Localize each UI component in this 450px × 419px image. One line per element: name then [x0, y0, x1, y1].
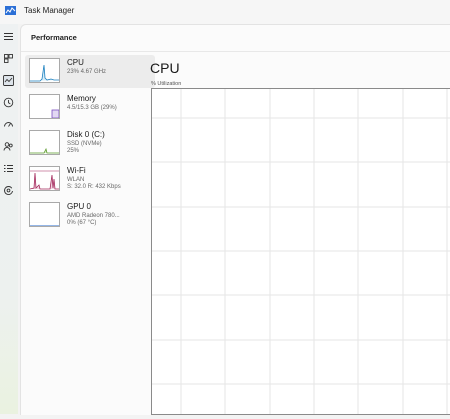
device-item-gpu[interactable]: GPU 0 AMD Radeon 780... 0% (67 °C) — [25, 199, 155, 232]
cpu-mini-graph — [29, 58, 60, 83]
device-item-wifi[interactable]: Wi-Fi WLAN S: 32.0 R: 432 Kbps — [25, 163, 155, 196]
device-name: Memory — [67, 94, 96, 103]
content-panel: Performance CPU 23% 4.67 GHz Memory 4.5/… — [20, 24, 450, 415]
device-item-disk[interactable]: Disk 0 (C:) SSD (NVMe) 25% — [25, 127, 155, 160]
app-history-icon[interactable] — [3, 97, 14, 108]
disk-mini-graph — [29, 130, 60, 155]
startup-apps-icon[interactable] — [3, 119, 14, 130]
device-detail: 23% 4.67 GHz — [67, 69, 107, 75]
device-item-cpu[interactable]: CPU 23% 4.67 GHz — [25, 55, 155, 88]
details-icon[interactable] — [3, 163, 14, 174]
processes-icon[interactable] — [3, 53, 14, 64]
wifi-mini-graph — [29, 166, 60, 191]
navigation-rail — [0, 24, 18, 414]
gpu-mini-graph — [29, 202, 60, 227]
device-name: Disk 0 (C:) — [67, 130, 105, 139]
memory-mini-graph — [29, 94, 60, 119]
device-detail: 25% — [67, 148, 80, 154]
graph-subtitle: % Utilization — [151, 81, 182, 87]
users-icon[interactable] — [3, 141, 14, 152]
page-header: Performance — [21, 25, 450, 52]
device-detail: 4.5/15.3 GB (29%) — [67, 105, 117, 111]
graph-grid — [152, 89, 450, 414]
device-detail: AMD Radeon 780... — [67, 213, 120, 219]
task-manager-app-icon — [5, 6, 16, 15]
services-icon[interactable] — [3, 185, 14, 196]
device-list: CPU 23% 4.67 GHz Memory 4.5/15.3 GB (29%… — [25, 55, 155, 275]
performance-icon[interactable] — [3, 75, 14, 86]
device-name: CPU — [67, 58, 84, 67]
device-name: Wi-Fi — [67, 166, 86, 175]
device-item-memory[interactable]: Memory 4.5/15.3 GB (29%) — [25, 91, 155, 124]
device-detail: S: 32.0 R: 432 Kbps — [67, 184, 121, 190]
graph-title: CPU — [150, 60, 180, 76]
window-title: Task Manager — [24, 6, 75, 15]
device-detail: 0% (67 °C) — [67, 220, 97, 226]
device-name: GPU 0 — [67, 202, 92, 211]
hamburger-menu-icon[interactable] — [3, 31, 14, 42]
title-bar: Task Manager — [0, 0, 450, 24]
device-detail: SSD (NVMe) — [67, 141, 102, 147]
page-title: Performance — [31, 33, 77, 42]
cpu-utilization-graph — [151, 88, 450, 415]
device-detail: WLAN — [67, 177, 85, 183]
